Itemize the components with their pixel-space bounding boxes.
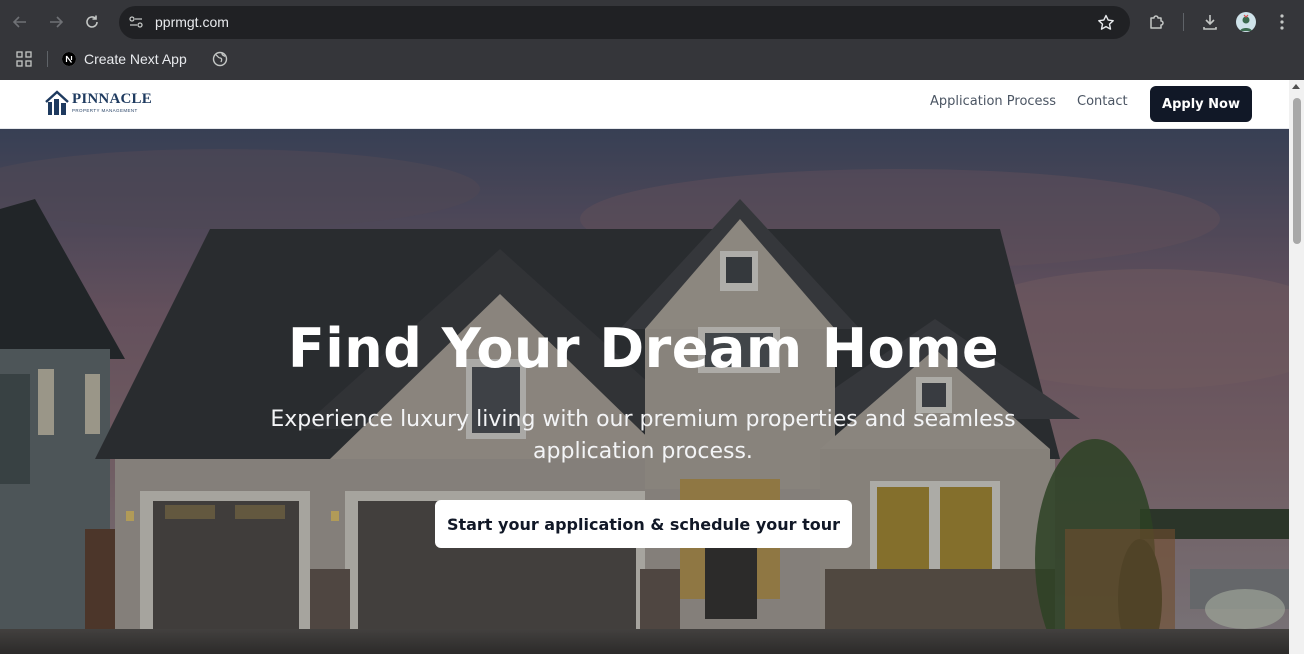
extensions-button[interactable] (1145, 10, 1169, 34)
forward-button[interactable] (42, 8, 70, 36)
page-viewport: PINNACLE PROPERTY MANAGEMENT Application… (0, 80, 1289, 654)
hero-title: Find Your Dream Home (287, 317, 1000, 380)
nav-application-process[interactable]: Application Process (930, 94, 1056, 109)
url-text[interactable]: pprmgt.com (155, 6, 229, 39)
nextjs-icon (62, 52, 76, 66)
scroll-thumb[interactable] (1293, 98, 1301, 244)
kebab-menu-icon (1280, 14, 1284, 30)
back-arrow-icon (12, 16, 26, 28)
logo-name: PINNACLE (72, 91, 152, 108)
download-icon (1203, 15, 1217, 30)
profile-avatar[interactable] (1236, 12, 1256, 32)
pinnacle-logo[interactable]: PINNACLE PROPERTY MANAGEMENT (45, 89, 152, 117)
downloads-button[interactable] (1198, 10, 1222, 34)
bookmarks-bar (0, 44, 1304, 80)
bookmark-star-icon[interactable] (1096, 13, 1116, 33)
hero-section: Find Your Dream Home Experience luxury l… (0, 129, 1289, 654)
forward-arrow-icon (50, 16, 64, 28)
bookmarks-divider (47, 51, 48, 67)
scroll-up-arrow-icon[interactable] (1292, 84, 1300, 89)
browser-toolbar: pprmgt.com (0, 0, 1304, 44)
hero-dark-overlay (0, 129, 1289, 654)
apps-grid-icon[interactable] (16, 51, 32, 67)
reload-icon (86, 15, 98, 28)
toolbar-divider (1183, 13, 1184, 31)
puzzle-icon (1150, 15, 1164, 29)
building-logo-icon (45, 90, 69, 115)
start-application-button[interactable]: Start your application & schedule your t… (435, 500, 852, 548)
nav-contact[interactable]: Contact (1077, 94, 1128, 109)
address-bar[interactable]: pprmgt.com (119, 6, 1130, 39)
site-header: PINNACLE PROPERTY MANAGEMENT Application… (0, 80, 1289, 129)
hero-subtitle: Experience luxury living with our premiu… (270, 407, 1016, 464)
browser-menu-button[interactable] (1270, 10, 1294, 34)
back-button[interactable] (6, 8, 34, 36)
reload-button[interactable] (78, 8, 106, 36)
apply-now-button[interactable]: Apply Now (1150, 86, 1252, 122)
bookmark-create-next-app[interactable]: Create Next App (62, 48, 187, 70)
bookmark-label: Create Next App (84, 51, 187, 67)
globe-icon[interactable] (212, 51, 228, 67)
page-scrollbar[interactable] (1289, 80, 1304, 654)
logo-tagline: PROPERTY MANAGEMENT (72, 108, 138, 114)
site-info-icon[interactable] (125, 11, 147, 33)
